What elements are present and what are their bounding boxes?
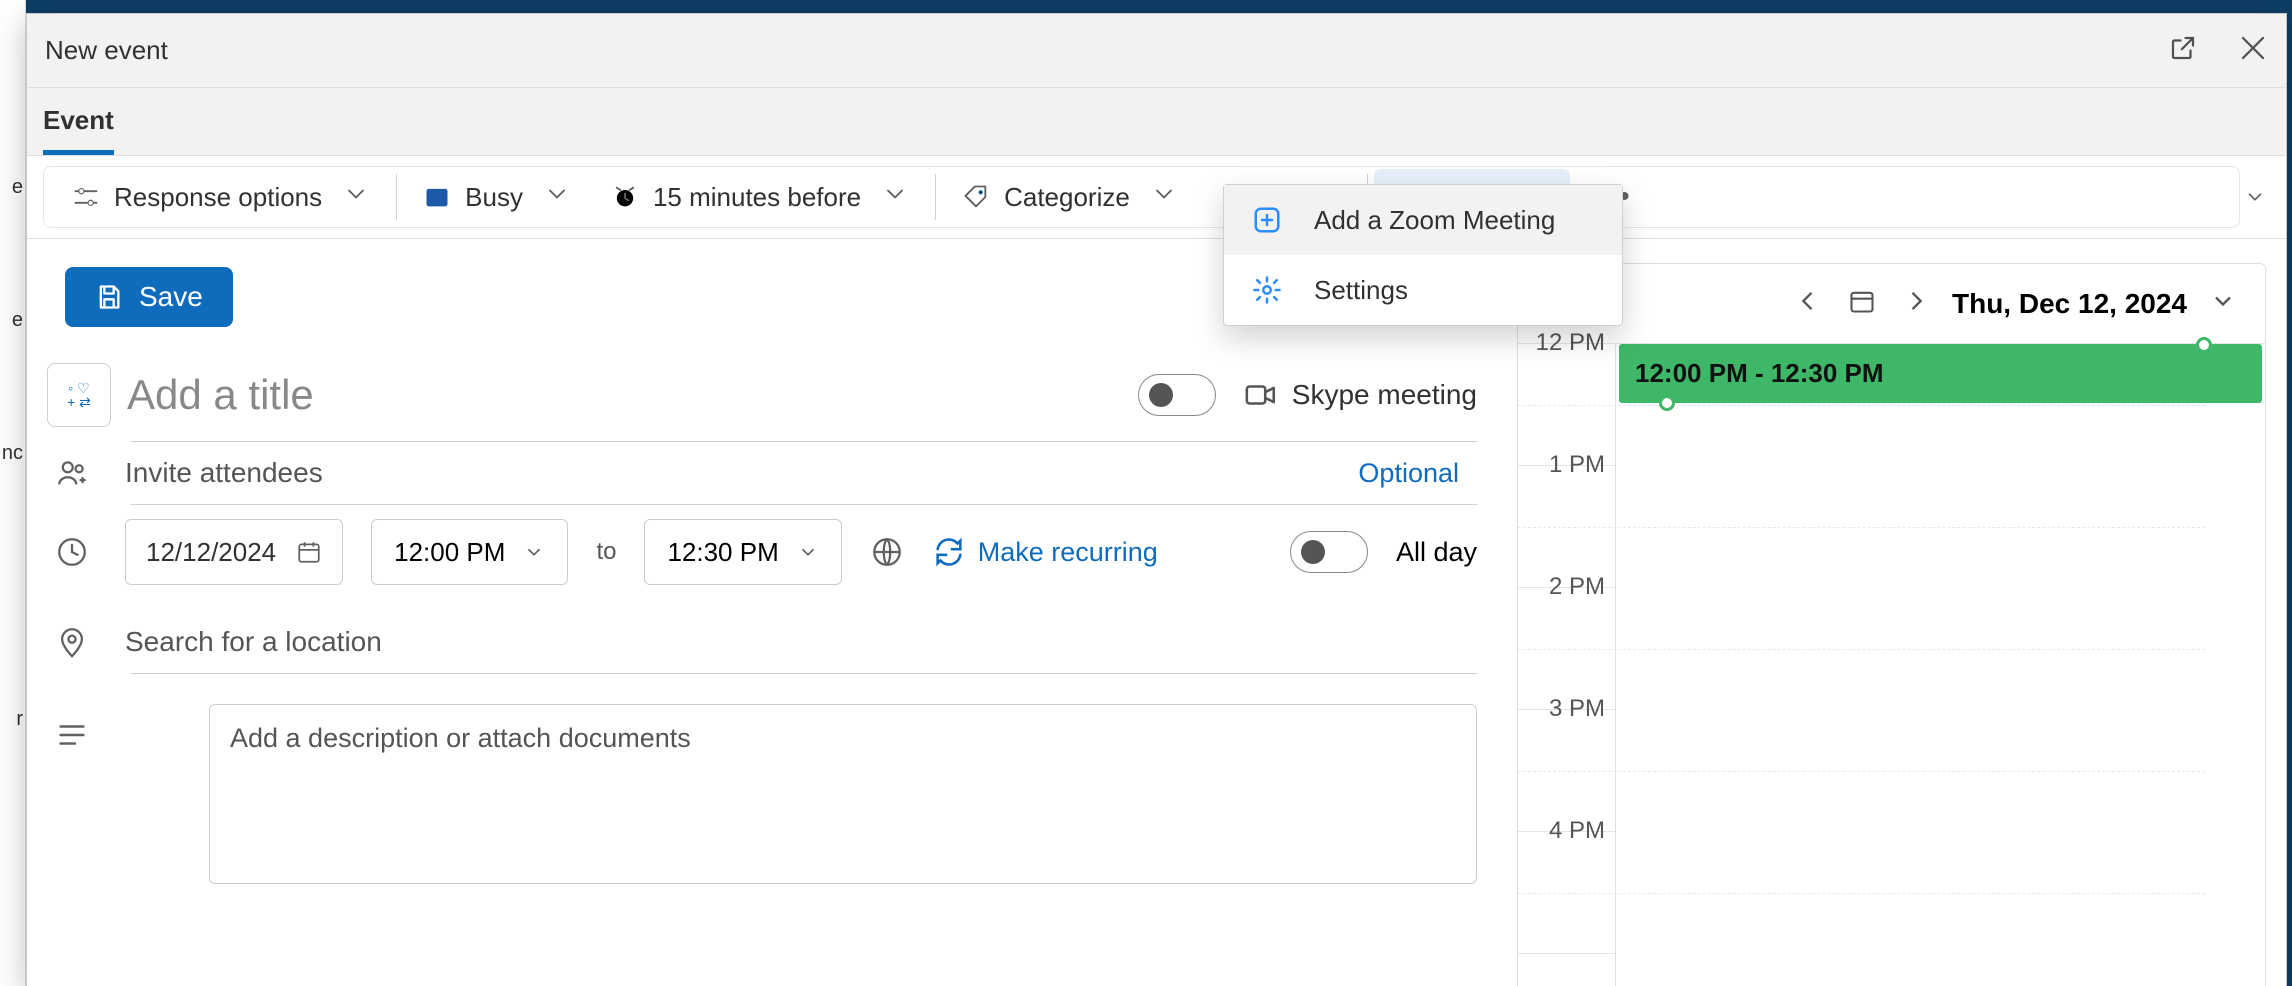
start-time-value: 12:00 PM xyxy=(394,537,505,568)
save-label: Save xyxy=(139,281,203,313)
tab-event[interactable]: Event xyxy=(43,105,114,155)
end-time-picker[interactable]: 12:30 PM xyxy=(644,519,841,585)
scheduler-grid[interactable]: 12 PM 1 PM 2 PM 3 PM 4 PM 12:00 PM - 12:… xyxy=(1518,344,2265,986)
chevron-down-icon xyxy=(797,541,819,563)
toolbar-container: Response options Busy 15 minutes before … xyxy=(27,155,2286,239)
hour-label: 4 PM xyxy=(1549,817,1605,845)
response-options-button[interactable]: Response options xyxy=(52,169,390,225)
titlebar: New event xyxy=(27,14,2286,88)
zoom-add-meeting-item[interactable]: Add a Zoom Meeting xyxy=(1224,185,1622,255)
attendees-input[interactable] xyxy=(125,457,1330,489)
hour-label: 12 PM xyxy=(1536,329,1605,357)
background-app-strip: eencr xyxy=(0,0,26,986)
event-block[interactable]: 12:00 PM - 12:30 PM xyxy=(1619,344,2262,403)
events-area[interactable]: 12:00 PM - 12:30 PM xyxy=(1616,344,2265,986)
event-time-label: 12:00 PM - 12:30 PM xyxy=(1635,358,1884,389)
plus-square-icon xyxy=(1250,203,1284,237)
categorize-button[interactable]: Categorize xyxy=(942,169,1198,225)
gear-icon xyxy=(1250,273,1284,307)
chevron-down-icon xyxy=(342,180,370,215)
response-options-label: Response options xyxy=(114,182,322,213)
scheduler-date[interactable]: Thu, Dec 12, 2024 xyxy=(1952,288,2187,320)
hour-label: 3 PM xyxy=(1549,695,1605,723)
make-recurring-link[interactable]: Make recurring xyxy=(932,535,1158,569)
save-button[interactable]: Save xyxy=(65,267,233,327)
chevron-down-icon xyxy=(1150,180,1178,215)
recurring-label: Make recurring xyxy=(978,537,1158,568)
close-icon[interactable] xyxy=(2238,33,2268,68)
window-title: New event xyxy=(45,35,2168,66)
zoom-settings-label: Settings xyxy=(1314,275,1408,306)
optional-link[interactable]: Optional xyxy=(1358,458,1477,489)
start-date-picker[interactable]: 12/12/2024 xyxy=(125,519,343,585)
reminder-button[interactable]: 15 minutes before xyxy=(591,169,929,225)
busy-label: Busy xyxy=(465,182,523,213)
start-time-picker[interactable]: 12:00 PM xyxy=(371,519,568,585)
resize-handle-top[interactable] xyxy=(2196,337,2212,353)
allday-toggle[interactable] xyxy=(1290,531,1368,573)
today-button[interactable] xyxy=(1844,283,1880,324)
clock-icon xyxy=(47,535,97,569)
calendar-icon xyxy=(296,539,322,565)
resize-handle-bottom[interactable] xyxy=(1659,395,1675,411)
date-picker-chevron[interactable] xyxy=(2205,283,2241,324)
zoom-add-label: Add a Zoom Meeting xyxy=(1314,205,1555,236)
description-icon xyxy=(47,704,97,752)
chevron-down-icon xyxy=(543,180,571,215)
chevron-down-icon xyxy=(881,180,909,215)
new-event-window: New event Event Response options Busy xyxy=(26,13,2287,986)
tab-row: Event xyxy=(27,88,2286,155)
description-input[interactable]: Add a description or attach documents xyxy=(209,704,1477,884)
zoom-settings-item[interactable]: Settings xyxy=(1224,255,1622,325)
chevron-down-icon xyxy=(523,541,545,563)
start-date-value: 12/12/2024 xyxy=(146,537,276,568)
scheduler-panel: Thu, Dec 12, 2024 12 PM 1 PM 2 PM 3 PM 4… xyxy=(1517,263,2266,986)
skype-toggle[interactable] xyxy=(1138,374,1216,416)
toolbar-overflow-button[interactable] xyxy=(2240,186,2270,208)
categorize-label: Categorize xyxy=(1004,182,1130,213)
timezone-button[interactable] xyxy=(870,535,904,569)
toolbar: Response options Busy 15 minutes before … xyxy=(43,166,2240,228)
emoji-pick-button[interactable]: ◦ ♡+ ⇄ xyxy=(47,363,111,427)
skype-label: Skype meeting xyxy=(1244,378,1477,412)
prev-day-button[interactable] xyxy=(1790,283,1826,324)
location-input[interactable] xyxy=(125,626,1477,658)
scheduler-header: Thu, Dec 12, 2024 xyxy=(1518,264,2265,344)
body: Save ◦ ♡+ ⇄ Skype meeting xyxy=(27,239,2286,986)
title-input[interactable] xyxy=(127,367,1110,423)
zoom-dropdown: Add a Zoom Meeting Settings xyxy=(1223,184,1623,326)
hour-label: 2 PM xyxy=(1549,573,1605,601)
recur-icon xyxy=(932,535,966,569)
next-day-button[interactable] xyxy=(1898,283,1934,324)
popout-icon[interactable] xyxy=(2168,33,2198,68)
end-time-value: 12:30 PM xyxy=(667,537,778,568)
reminder-label: 15 minutes before xyxy=(653,182,861,213)
description-placeholder: Add a description or attach documents xyxy=(230,723,691,753)
people-icon xyxy=(47,456,97,490)
allday-label: All day xyxy=(1396,537,1477,568)
location-icon xyxy=(47,625,97,659)
form-column: Save ◦ ♡+ ⇄ Skype meeting xyxy=(47,263,1477,986)
hour-label: 1 PM xyxy=(1549,451,1605,479)
to-label: to xyxy=(596,538,616,566)
video-icon xyxy=(1244,378,1278,412)
hour-gutter: 12 PM 1 PM 2 PM 3 PM 4 PM xyxy=(1518,344,1616,986)
busy-button[interactable]: Busy xyxy=(403,169,591,225)
